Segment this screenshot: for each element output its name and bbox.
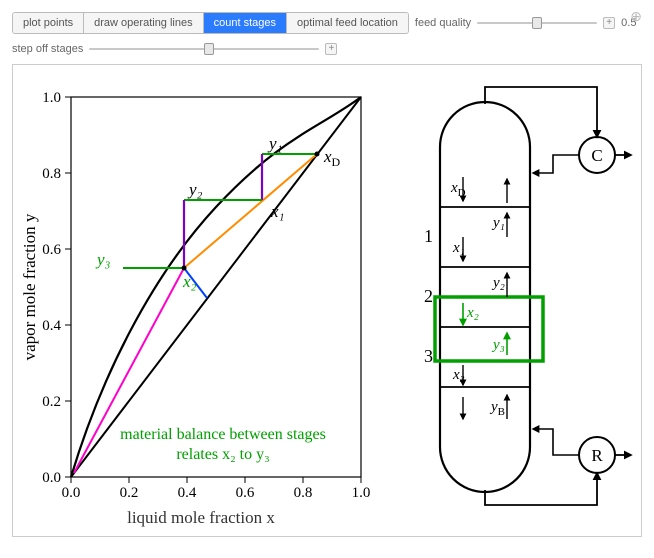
step-off-slider[interactable]: [89, 42, 319, 56]
xtick-5: 1.0: [352, 485, 371, 501]
col-y2: y₂: [491, 275, 505, 291]
chart-caption-2: relates x₂ to y₃: [176, 446, 269, 463]
col-y3: y₃: [491, 337, 505, 353]
xtick-0: 0.0: [62, 485, 81, 501]
expand-icon[interactable]: ⊕: [630, 8, 642, 25]
xlabel: liquid mole fraction x: [21, 508, 381, 528]
step-off-label: step off stages: [12, 43, 83, 55]
xtick-1: 0.2: [120, 485, 139, 501]
ytick-5: 1.0: [42, 90, 61, 106]
column-diagram: 1 2 3 C R xD: [385, 77, 635, 528]
col-yB: yB: [489, 399, 505, 418]
xtick-2: 0.4: [178, 485, 197, 501]
label-xD: xD: [323, 147, 341, 169]
col-y1: y₁: [491, 215, 505, 231]
feed-quality-slider[interactable]: [477, 16, 597, 30]
ytick-3: 0.6: [42, 242, 61, 258]
col-x3: x₃: [452, 367, 465, 383]
tab-count-stages[interactable]: count stages: [204, 13, 287, 33]
mode-tabs: plot points draw operating lines count s…: [12, 12, 409, 34]
ytick-1: 0.2: [42, 394, 61, 410]
label-x1: x₁: [270, 202, 284, 221]
mccabe-thiele-chart: 0.0 0.2 0.4 0.6 0.8 1.0 0.0 0.2 0.4 0.6 …: [21, 77, 381, 528]
label-y2: y₂: [187, 180, 203, 199]
step-off-expand[interactable]: +: [325, 43, 337, 55]
feed-quality-label: feed quality: [415, 17, 471, 29]
label-y1: y₁: [267, 134, 282, 153]
condenser-label: C: [591, 146, 602, 165]
ytick-2: 0.4: [42, 318, 61, 334]
ytick-4: 0.8: [42, 166, 61, 182]
label-y3: y₃: [95, 250, 111, 269]
stage-2-label: 2: [424, 286, 433, 306]
main-panel: 0.0 0.2 0.4 0.6 0.8 1.0 0.0 0.2 0.4 0.6 …: [12, 64, 642, 537]
label-x2: x₂: [182, 272, 197, 291]
ylabel: vapor mole fraction y: [21, 213, 39, 360]
xtick-4: 0.8: [294, 485, 313, 501]
ytick-0: 0.0: [42, 470, 61, 486]
feed-quality-expand[interactable]: +: [603, 17, 615, 29]
stage-3-label: 3: [424, 346, 433, 366]
reboiler-label: R: [591, 446, 603, 465]
tab-draw-lines[interactable]: draw operating lines: [84, 13, 203, 33]
col-x2: x₂: [466, 305, 479, 321]
col-x1: x₁: [452, 240, 465, 256]
xtick-3: 0.6: [236, 485, 255, 501]
chart-caption-1: material balance between stages: [120, 426, 326, 443]
tab-plot-points[interactable]: plot points: [13, 13, 84, 33]
stage-1-label: 1: [424, 226, 433, 246]
tab-optimal-feed[interactable]: optimal feed location: [287, 13, 408, 33]
